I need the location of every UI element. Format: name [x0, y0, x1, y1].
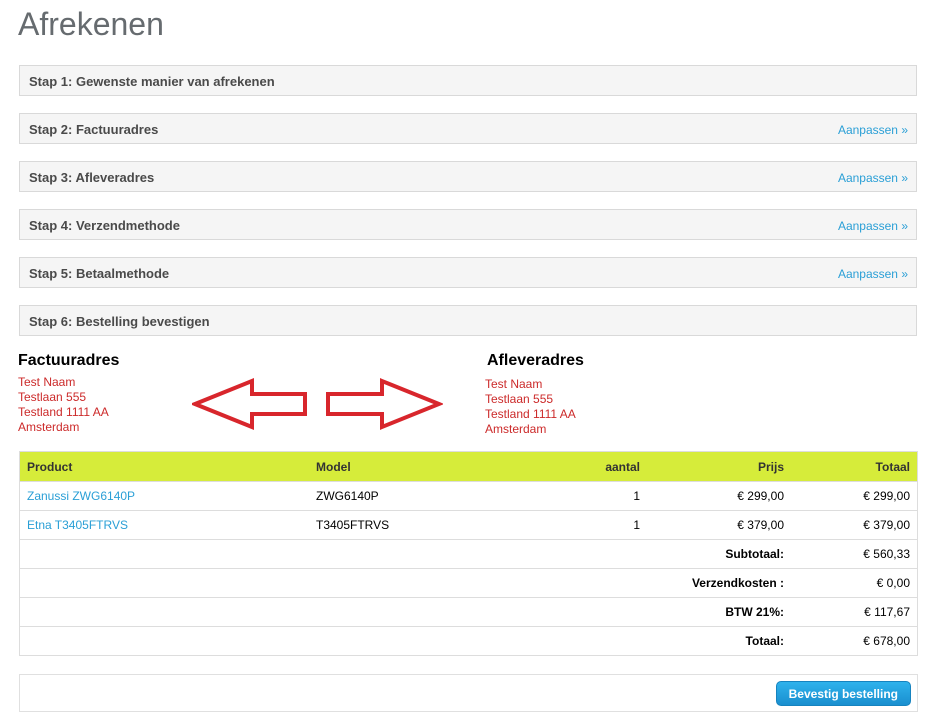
grand-total-value: € 678,00 — [791, 626, 918, 656]
shipping-city: Amsterdam — [485, 422, 547, 436]
subtotal-label: Subtotaal: — [19, 539, 791, 569]
vat-row: BTW 21%: € 117,67 — [19, 597, 918, 627]
step-5-title: Stap 5: Betaalmethode — [29, 266, 170, 281]
step-6-title: Stap 6: Bestelling bevestigen — [29, 314, 210, 329]
subtotal-row: Subtotaal: € 560,33 — [19, 539, 918, 569]
col-total-header: Totaal — [791, 451, 918, 482]
col-model-header: Model — [309, 451, 523, 482]
order-table: Product Model aantal Prijs Totaal Zanuss… — [19, 451, 918, 656]
table-header-row: Product Model aantal Prijs Totaal — [19, 451, 918, 482]
billing-address-heading: Factuuradres — [18, 352, 120, 369]
shipping-cost-value: € 0,00 — [791, 568, 918, 598]
table-row: Etna T3405FTRVS T3405FTRVS 1 € 379,00 € … — [19, 510, 918, 540]
arrow-left-icon — [192, 378, 307, 430]
arrow-right-icon — [326, 378, 443, 430]
confirm-panel: Bevestig bestelling — [19, 674, 918, 712]
product-link[interactable]: Zanussi ZWG6140P — [27, 489, 135, 503]
step-4-panel[interactable]: Stap 4: Verzendmethode Aanpassen » — [19, 209, 917, 240]
shipping-cost-label: Verzendkosten : — [19, 568, 791, 598]
step-5-edit-link[interactable]: Aanpassen » — [838, 267, 908, 281]
step-2-panel[interactable]: Stap 2: Factuuradres Aanpassen » — [19, 113, 917, 144]
step-5-panel[interactable]: Stap 5: Betaalmethode Aanpassen » — [19, 257, 917, 288]
shipping-name: Test Naam — [485, 377, 543, 391]
billing-name: Test Naam — [18, 375, 76, 389]
product-model: T3405FTRVS — [309, 510, 523, 540]
vat-value: € 117,67 — [791, 597, 918, 627]
billing-address: Test Naam Testlaan 555 Testland 1111 AA … — [18, 375, 109, 435]
step-3-edit-link[interactable]: Aanpassen » — [838, 171, 908, 185]
product-model: ZWG6140P — [309, 481, 523, 511]
shipping-postal: Testland 1111 AA — [485, 407, 576, 421]
product-price: € 379,00 — [647, 510, 791, 540]
product-qty: 1 — [523, 481, 647, 511]
grand-total-row: Totaal: € 678,00 — [19, 626, 918, 656]
step-4-title: Stap 4: Verzendmethode — [29, 218, 180, 233]
vat-label: BTW 21%: — [19, 597, 791, 627]
grand-total-label: Totaal: — [19, 626, 791, 656]
step-6-panel[interactable]: Stap 6: Bestelling bevestigen — [19, 305, 917, 336]
step-4-edit-link[interactable]: Aanpassen » — [838, 219, 908, 233]
step-1-title: Stap 1: Gewenste manier van afrekenen — [29, 74, 275, 89]
billing-postal: Testland 1111 AA — [18, 405, 109, 419]
product-total: € 299,00 — [791, 481, 918, 511]
step-3-panel[interactable]: Stap 3: Afleveradres Aanpassen » — [19, 161, 917, 192]
step-1-panel[interactable]: Stap 1: Gewenste manier van afrekenen — [19, 65, 917, 96]
product-total: € 379,00 — [791, 510, 918, 540]
product-link[interactable]: Etna T3405FTRVS — [27, 518, 128, 532]
col-price-header: Prijs — [647, 451, 791, 482]
shipping-cost-row: Verzendkosten : € 0,00 — [19, 568, 918, 598]
shipping-street: Testlaan 555 — [485, 392, 554, 406]
col-qty-header: aantal — [523, 451, 647, 482]
step-3-title: Stap 3: Afleveradres — [29, 170, 155, 185]
page-title: Afrekenen — [18, 6, 164, 42]
product-qty: 1 — [523, 510, 647, 540]
billing-city: Amsterdam — [18, 420, 80, 434]
step-2-title: Stap 2: Factuuradres — [29, 122, 159, 137]
shipping-address-heading: Afleveradres — [487, 352, 584, 369]
confirm-order-button[interactable]: Bevestig bestelling — [775, 681, 911, 706]
shipping-address: Test Naam Testlaan 555 Testland 1111 AA … — [485, 377, 576, 437]
col-product-header: Product — [19, 451, 309, 482]
table-row: Zanussi ZWG6140P ZWG6140P 1 € 299,00 € 2… — [19, 481, 918, 511]
step-2-edit-link[interactable]: Aanpassen » — [838, 123, 908, 137]
product-price: € 299,00 — [647, 481, 791, 511]
billing-street: Testlaan 555 — [18, 390, 87, 404]
subtotal-value: € 560,33 — [791, 539, 918, 569]
